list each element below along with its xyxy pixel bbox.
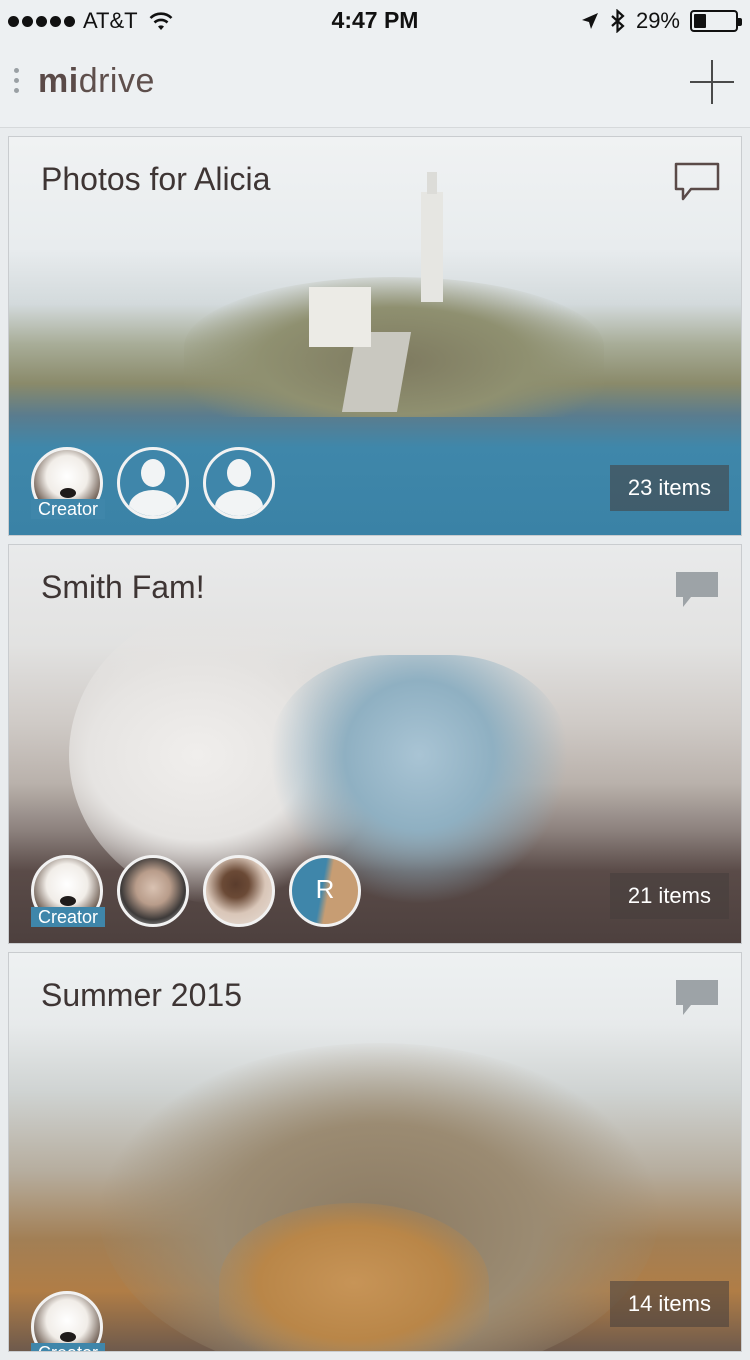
location-arrow-icon <box>581 13 598 29</box>
avatar[interactable] <box>203 855 275 927</box>
album-title: Photos for Alicia <box>41 161 271 197</box>
creator-badge: Creator <box>31 1343 105 1351</box>
avatar-placeholder-icon[interactable] <box>203 447 275 519</box>
avatar-initial-letter: R <box>315 874 335 904</box>
chat-icon[interactable] <box>673 161 721 203</box>
status-right: 29% <box>580 8 742 34</box>
menu-icon[interactable] <box>14 68 19 93</box>
battery-level <box>694 14 706 28</box>
album-feed: Photos for Alicia Creator 23 items Smith… <box>8 136 742 1360</box>
status-bar: AT&T 4:47 PM 29% <box>0 0 750 40</box>
creator-avatar[interactable]: Creator <box>31 855 105 927</box>
album-card[interactable]: Photos for Alicia Creator 23 items <box>8 136 742 536</box>
member-avatars: Creator R <box>31 855 361 927</box>
avatar[interactable] <box>117 855 189 927</box>
creator-badge: Creator <box>31 907 105 927</box>
creator-avatar[interactable]: Creator <box>31 1291 105 1351</box>
battery-icon <box>690 10 742 32</box>
app-logo: midrive <box>38 62 155 100</box>
bluetooth-icon <box>611 9 625 33</box>
chat-icon[interactable] <box>673 977 721 1019</box>
member-avatars: Creator <box>31 447 275 519</box>
album-title: Summer 2015 <box>41 977 242 1013</box>
album-title: Smith Fam! <box>41 569 205 605</box>
item-count-badge: 14 items <box>609 1281 729 1327</box>
add-button[interactable] <box>690 60 734 104</box>
battery-percent: 29% <box>635 8 680 33</box>
item-count-badge: 23 items <box>609 465 729 511</box>
avatar-initial[interactable]: R <box>289 855 361 927</box>
member-avatars: Creator <box>31 1291 105 1351</box>
avatar-placeholder-icon[interactable] <box>117 447 189 519</box>
chat-icon[interactable] <box>673 569 721 611</box>
item-count-badge: 21 items <box>609 873 729 919</box>
app-header: midrive <box>0 40 750 128</box>
album-card[interactable]: Smith Fam! Creator R 21 items <box>8 544 742 944</box>
creator-badge: Creator <box>31 499 105 519</box>
album-card[interactable]: Summer 2015 Creator 14 items <box>8 952 742 1352</box>
creator-avatar[interactable]: Creator <box>31 447 105 519</box>
